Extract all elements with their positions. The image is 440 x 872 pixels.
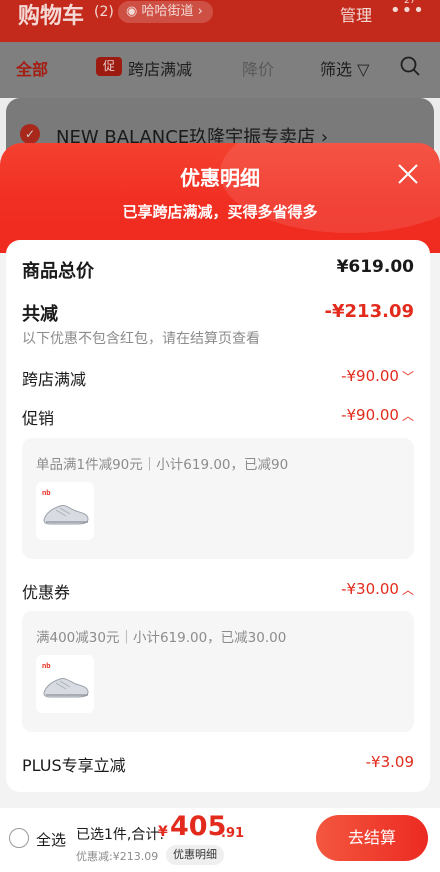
message-badge: 27 (404, 0, 416, 6)
tab-price-drop[interactable]: 降价 (242, 56, 274, 80)
total-amount-decimal: .91 (221, 826, 245, 841)
coupon-amount: -¥30.00 (341, 580, 399, 598)
promo-label: 促销 (22, 409, 55, 428)
currency-symbol: ¥ (158, 824, 168, 840)
page-title: 购物车 (18, 4, 85, 29)
sheet-header (0, 143, 440, 253)
svg-text:nb: nb (42, 663, 51, 670)
sneaker-thumbnail[interactable]: nb (36, 655, 94, 713)
check-circle-icon[interactable]: ✓ (20, 124, 40, 144)
promo-detail-box: 单品满1件减90元｜小计619.00，已减90 nb (22, 438, 414, 559)
total-price-label: 商品总价 (22, 261, 94, 282)
plus-discount-label: PLUS专享立减 (22, 756, 126, 775)
coupon-detail-box: 满400减30元｜小计619.00，已减30.00 nb (22, 611, 414, 732)
discount-note: 以下优惠不包含红包，请在结算页查看 (22, 331, 260, 347)
select-all-label[interactable]: 全选 (36, 829, 66, 850)
filter-icon: ▽ (357, 60, 370, 79)
cross-store-amount: -¥90.00 (341, 367, 399, 385)
eye-icon: ◉ (126, 4, 142, 19)
total-reduce-label: 共减 (22, 304, 58, 325)
promo-tag: 促 (96, 57, 122, 76)
search-icon[interactable] (400, 56, 420, 76)
sheet-title: 优惠明细 (180, 166, 260, 190)
sneaker-thumbnail[interactable]: nb (36, 482, 94, 540)
saved-amount: 优惠减:¥213.09 (76, 850, 159, 863)
total-reduce-value: -¥213.09 (324, 301, 414, 322)
svg-text:nb: nb (42, 490, 51, 497)
sneaker-icon: nb (42, 490, 89, 525)
coupon-detail-text: 满400减30元｜小计619.00，已减30.00 (36, 630, 287, 646)
total-price-value: ¥619.00 (336, 257, 414, 277)
filter-bar: 全部 促 跨店满减 降价 筛选 ▽ (0, 42, 440, 98)
select-all-checkbox[interactable] (9, 828, 29, 848)
tab-all[interactable]: 全部 (16, 56, 48, 80)
filter-button[interactable]: 筛选 ▽ (320, 56, 369, 80)
close-icon[interactable] (396, 162, 420, 186)
plus-discount-value: -¥3.09 (365, 753, 414, 771)
sheet-subtitle: 已享跨店满减，买得多省得多 (122, 203, 318, 221)
cart-count: (2) (94, 4, 114, 20)
top-bar: 购物车 (2) ◉ 哈哈街道 › 管理 ••• 27 (0, 0, 440, 42)
total-amount-integer: 405 (170, 811, 227, 842)
selected-sum-label: 已选1件,合计: (76, 827, 165, 843)
checkout-button[interactable]: 去结算 (316, 815, 428, 861)
chevron-up-icon: ︿ (401, 409, 414, 423)
filter-label: 筛选 (320, 60, 353, 79)
coupon-label: 优惠券 (22, 583, 71, 602)
tab-cross-store[interactable]: 跨店满减 (128, 56, 192, 80)
promo-detail-text: 单品满1件减90元｜小计619.00，已减90 (36, 457, 289, 473)
chevron-up-icon: ︿ (401, 583, 414, 597)
location-label: 哈哈街道 (141, 4, 194, 19)
cross-store-value[interactable]: -¥90.00 ﹀ (341, 367, 414, 385)
promo-amount: -¥90.00 (341, 406, 399, 424)
location-pill[interactable]: ◉ 哈哈街道 › (118, 1, 213, 23)
discount-detail-button[interactable]: 优惠明细 (166, 845, 224, 865)
chevron-down-icon: ﹀ (401, 370, 414, 384)
cross-store-label: 跨店满减 (22, 370, 87, 389)
manage-button[interactable]: 管理 (340, 2, 372, 26)
coupon-value[interactable]: -¥30.00 ︿ (341, 580, 414, 598)
sneaker-icon: nb (42, 663, 89, 698)
promo-value[interactable]: -¥90.00 ︿ (341, 406, 414, 424)
